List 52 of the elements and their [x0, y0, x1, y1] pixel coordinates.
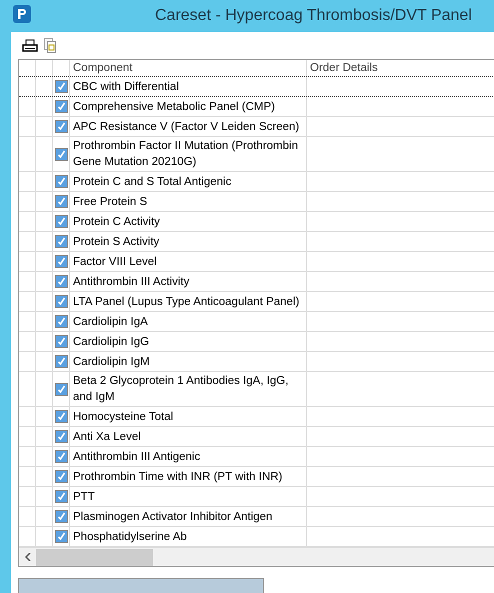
checkbox[interactable] [54, 315, 68, 328]
checkbox[interactable] [54, 195, 68, 208]
checkbox[interactable] [54, 175, 68, 188]
table-cell-text: Beta 2 Glycoprotein 1 Antibodies IgA, IgG, and IgM [73, 374, 290, 405]
checkbox[interactable] [54, 430, 68, 443]
table-cell-text: PTT [73, 490, 95, 504]
table-cell-text: Protein C Activity [73, 214, 160, 230]
table-cell-text: Antithrombin III Activity [73, 274, 190, 290]
checkbox[interactable] [54, 470, 68, 483]
checkbox[interactable] [54, 510, 68, 523]
window-title: Careset - Hypercoag Thrombosis/DVT Panel [155, 6, 472, 26]
checkbox[interactable] [54, 120, 68, 133]
column-header[interactable]: Order Details [307, 60, 494, 76]
table-cell-text: Cardiolipin IgG [73, 334, 150, 350]
table-cell-text: Anti Xa Level [73, 430, 141, 444]
checkbox[interactable] [54, 80, 68, 93]
checkbox[interactable] [54, 335, 68, 348]
checkbox[interactable] [54, 215, 68, 228]
table-cell-text: Protein S Activity [73, 234, 160, 250]
checkbox[interactable] [54, 382, 68, 396]
table-cell-text: Free Protein S [73, 194, 148, 210]
table-cell-text: APC Resistance V (Factor V Leiden Screen) [73, 120, 300, 134]
column-header[interactable]: Component [70, 60, 307, 76]
scrollbar-thumb[interactable] [36, 548, 153, 566]
printer-icon[interactable] [22, 38, 38, 52]
checkbox[interactable] [54, 530, 68, 543]
table-cell-text: Comprehensive Metabolic Panel (CMP) [73, 100, 275, 114]
checkbox[interactable] [54, 235, 68, 248]
document-icon[interactable] [44, 38, 56, 53]
table-cell-text: Phosphatidylserine Ab [73, 530, 187, 544]
table-cell-text: Prothrombin Factor II Mutation (Prothrombin Gene Mutation 20210G) [73, 139, 299, 170]
table-cell-text: LTA Panel (Lupus Type Anticoagulant Panel) [73, 294, 300, 310]
checkbox[interactable] [54, 295, 68, 308]
table-cell-text: Plasminogen Activator Inhibitor Antigen [73, 510, 272, 524]
chevron-left-icon [24, 553, 30, 561]
table-cell-text: Cardiolipin IgA [73, 314, 148, 330]
checkbox[interactable] [54, 275, 68, 288]
checkbox[interactable] [54, 410, 68, 423]
checkbox[interactable] [54, 255, 68, 268]
table-cell-text: Protein C and S Total Antigenic [73, 174, 232, 190]
checkbox[interactable] [54, 100, 68, 113]
table-cell-text: Homocysteine Total [73, 410, 174, 424]
table-cell-text: CBC with Differential [73, 80, 179, 94]
checkbox[interactable] [54, 450, 68, 463]
table-cell-text: Antithrombin III Antigenic [73, 450, 200, 464]
table-cell-text: Cardiolipin IgM [73, 354, 150, 370]
app-logo-icon [13, 5, 31, 23]
checkbox[interactable] [54, 148, 68, 160]
checkbox[interactable] [54, 355, 68, 368]
checkbox[interactable] [54, 490, 68, 503]
table-cell-text: Prothrombin Time with INR (PT with INR) [73, 470, 282, 484]
table-cell-text: Factor VIII Level [73, 254, 157, 270]
